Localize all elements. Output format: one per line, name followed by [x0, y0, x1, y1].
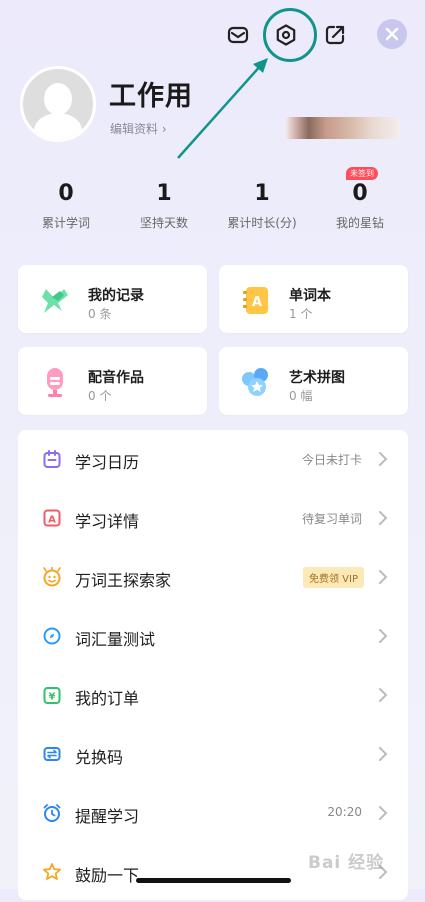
- menu-item-calendar[interactable]: 学习日历 今日未打卡: [18, 430, 408, 489]
- menu-item-study-reminder[interactable]: 提醒学习 20:20: [18, 784, 408, 843]
- card-sub: 1 个: [289, 307, 313, 321]
- stat-label: 坚持天数: [139, 216, 188, 230]
- menu-item-redeem-code[interactable]: 兑换码: [18, 725, 408, 784]
- stat-value: 0: [58, 181, 74, 206]
- card-dubbing[interactable]: 配音作品 0 个: [18, 347, 207, 415]
- svg-text:¥: ¥: [49, 692, 56, 703]
- card-art-puzzle[interactable]: 艺术拼图 0 幅: [219, 347, 408, 415]
- menu-item-study-details[interactable]: A 学习详情 待复习单词: [18, 489, 408, 548]
- edit-profile-link[interactable]: 编辑资料 ›: [110, 120, 167, 137]
- card-my-records[interactable]: 我的记录 0 条: [18, 265, 207, 333]
- menu-label: 学习详情: [75, 512, 140, 531]
- menu-right-text: 待复习单词: [301, 512, 362, 526]
- stat-label: 累计时长(分): [227, 216, 297, 230]
- menu-item-explorer[interactable]: 万词王探索家 免费领 VIP: [18, 548, 408, 607]
- stat-days[interactable]: 1 坚持天数: [114, 180, 214, 231]
- chevron-right-icon: [379, 688, 388, 702]
- menu-label: 提醒学习: [75, 807, 140, 826]
- chevron-right-icon: [379, 747, 388, 761]
- menu-label: 词汇量测试: [75, 630, 156, 649]
- menu-label: 我的订单: [75, 689, 140, 708]
- calendar-icon: [43, 450, 61, 468]
- username: 工作用: [109, 81, 193, 112]
- svg-text:A: A: [252, 295, 262, 310]
- menu-label: 鼓励一下: [75, 866, 140, 885]
- vip-badge: 免费领 VIP: [303, 567, 364, 588]
- unsigned-badge: 未签到: [346, 167, 378, 180]
- pin-icon: [42, 289, 68, 313]
- menu-list: 学习日历 今日未打卡 A 学习详情 待复习单词 万词王探索家 免费领 VIP 词…: [18, 430, 408, 900]
- microphone-icon: [47, 368, 63, 397]
- menu-right-text: 今日未打卡: [301, 453, 362, 467]
- notebook-icon: A: [243, 287, 268, 314]
- star-icon: [43, 863, 61, 880]
- card-sub: 0 条: [88, 307, 112, 321]
- watermark: Bai 经验: [308, 853, 385, 873]
- stat-diamonds[interactable]: 0 我的星钻: [310, 180, 410, 231]
- card-wordbook[interactable]: A 单词本 1 个: [219, 265, 408, 333]
- avatar[interactable]: [20, 66, 96, 142]
- card-title: 单词本: [289, 288, 331, 304]
- exchange-icon: [43, 747, 61, 761]
- detail-icon: A: [43, 509, 61, 527]
- menu-label: 兑换码: [75, 748, 124, 767]
- alarm-icon: [43, 804, 61, 822]
- close-icon: [385, 27, 399, 41]
- stat-label: 累计学词: [41, 216, 90, 230]
- menu-label: 学习日历: [75, 453, 140, 472]
- stat-duration[interactable]: 1 累计时长(分): [212, 180, 312, 231]
- card-title: 我的记录: [88, 288, 144, 304]
- card-sub: 0 幅: [289, 389, 313, 403]
- menu-right-text: 20:20: [327, 805, 362, 819]
- stat-label: 我的星钻: [335, 216, 384, 230]
- menu-item-vocab-test[interactable]: 词汇量测试: [18, 607, 408, 666]
- chevron-right-icon: [379, 511, 388, 525]
- chevron-right-icon: [379, 806, 388, 820]
- card-title: 配音作品: [88, 370, 144, 386]
- stat-value: 0: [352, 181, 368, 206]
- puzzle-icon: [242, 368, 268, 396]
- chevron-right-icon: [379, 570, 388, 584]
- menu-label: 万词王探索家: [75, 571, 172, 590]
- menu-item-orders[interactable]: ¥ 我的订单: [18, 666, 408, 725]
- card-sub: 0 个: [88, 389, 112, 403]
- blurred-id: [286, 117, 400, 139]
- compass-icon: [43, 627, 61, 645]
- chevron-right-icon: [379, 452, 388, 466]
- stat-value: 1: [254, 181, 270, 206]
- card-title: 艺术拼图: [289, 370, 345, 386]
- home-indicator[interactable]: [136, 878, 291, 883]
- mail-icon[interactable]: [223, 20, 253, 50]
- chevron-right-icon: [379, 629, 388, 643]
- stat-value: 1: [156, 181, 172, 206]
- order-icon: ¥: [43, 687, 61, 704]
- explorer-icon: [43, 567, 61, 587]
- svg-text:A: A: [48, 515, 56, 526]
- stat-words[interactable]: 0 累计学词: [16, 180, 116, 231]
- close-button[interactable]: [377, 19, 407, 49]
- share-icon[interactable]: [320, 20, 350, 50]
